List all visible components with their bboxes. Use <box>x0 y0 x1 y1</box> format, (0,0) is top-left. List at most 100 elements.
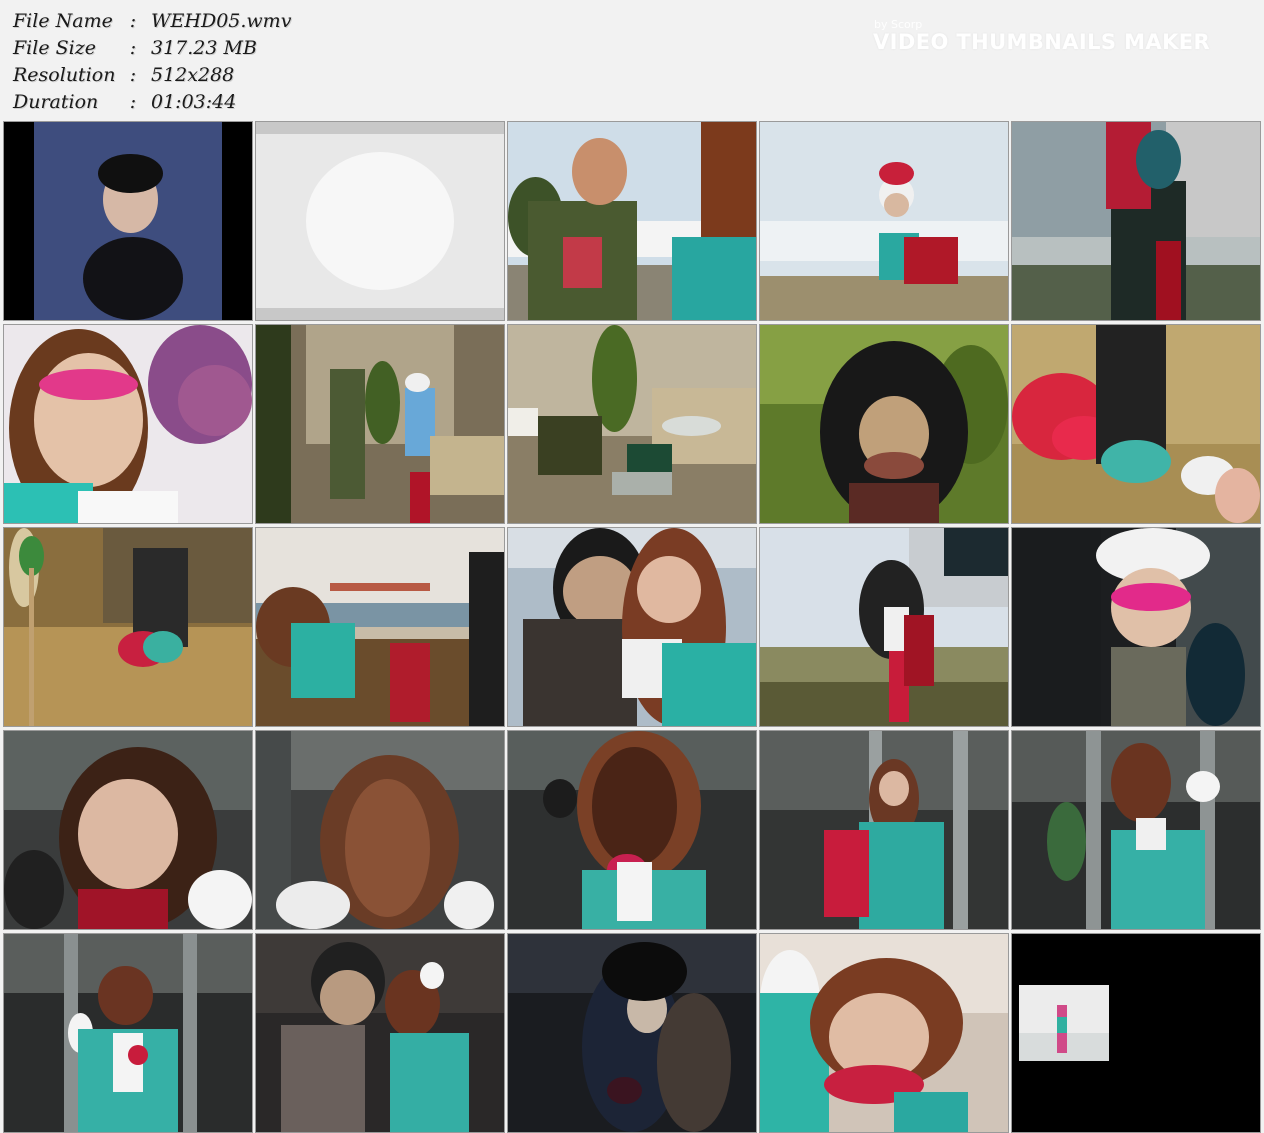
thumbnail-grid <box>3 121 1261 1133</box>
thumbnail-image-region <box>760 276 1008 320</box>
thumbnail-image-region <box>943 528 1008 576</box>
video-thumbnail-11 <box>3 527 253 727</box>
thumbnail-image-region <box>1136 129 1181 190</box>
video-thumbnail-23 <box>507 933 757 1133</box>
thumbnail-image-region <box>859 822 944 929</box>
resolution-row: Resolution:512x288 <box>13 62 291 89</box>
separator: : <box>129 91 137 113</box>
thumbnail-image-region <box>330 583 430 592</box>
thumbnail-image-region <box>903 615 934 687</box>
thumbnail-image-region <box>760 682 1008 726</box>
watermark: by Scorp VIDEO THUMBNAILS MAKER <box>873 18 1210 54</box>
thumbnail-image-region <box>1111 583 1191 612</box>
resolution-label: Resolution <box>13 64 116 86</box>
file-name-value: WEHD05.wmv <box>151 10 292 32</box>
thumbnail-image-region <box>1101 439 1171 484</box>
video-thumbnail-7 <box>255 324 505 524</box>
video-thumbnail-13 <box>507 527 757 727</box>
video-thumbnail-22 <box>255 933 505 1133</box>
thumbnail-image-region <box>365 360 400 444</box>
video-thumbnail-20 <box>1011 730 1261 930</box>
video-thumbnail-8 <box>507 324 757 524</box>
thumbnail-image-region <box>903 236 959 285</box>
thumbnail-image-region <box>1046 802 1087 882</box>
file-name-label: File Name <box>13 10 113 32</box>
thumbnail-image-region <box>1056 1017 1067 1033</box>
video-thumbnail-3 <box>507 121 757 321</box>
thumbnail-image-region <box>404 372 430 393</box>
thumbnail-image-region <box>305 151 455 291</box>
thumbnail-image-region <box>1111 646 1186 726</box>
thumbnail-image-region <box>389 1033 470 1132</box>
thumbnail-image-region <box>661 642 756 726</box>
thumbnail-image-region <box>602 941 687 1002</box>
thumbnail-image-region <box>1136 818 1166 850</box>
video-thumbnail-21 <box>3 933 253 1133</box>
thumbnail-image-region <box>522 619 637 726</box>
thumbnail-image-region <box>222 122 252 320</box>
thumbnail-image-region <box>38 368 138 401</box>
thumbnail-image-region <box>1155 240 1181 320</box>
thumbnail-image-region <box>78 491 178 523</box>
duration-value: 01:03:44 <box>151 91 237 113</box>
thumbnail-image-region <box>187 869 252 929</box>
thumbnail-image-region <box>537 416 603 476</box>
thumbnail-image-region <box>177 364 252 436</box>
thumbnail-image-region <box>656 993 732 1132</box>
thumbnail-image-region <box>256 122 504 134</box>
video-thumbnail-6 <box>3 324 253 524</box>
duration-label: Duration <box>13 91 99 113</box>
thumbnail-image-region <box>661 416 722 436</box>
thumbnail-image-region <box>98 153 163 194</box>
video-thumbnail-14 <box>759 527 1009 727</box>
thumbnail-image-region <box>671 236 756 320</box>
thumbnail-image-region <box>849 483 939 523</box>
thumbnail-image-region <box>4 849 64 929</box>
video-thumbnail-17 <box>255 730 505 930</box>
thumbnail-image-region <box>612 471 672 496</box>
thumbnail-image-region <box>128 1044 148 1065</box>
thumbnail-image-region <box>345 778 430 918</box>
video-thumbnail-1 <box>3 121 253 321</box>
video-thumbnail-4 <box>759 121 1009 321</box>
thumbnail-image-region <box>592 746 677 866</box>
thumbnail-image-region <box>78 889 168 929</box>
thumbnail-image-region <box>1111 742 1171 823</box>
thumbnail-image-region <box>182 934 198 1132</box>
file-size-label: File Size <box>13 37 96 59</box>
thumbnail-image-region <box>83 236 183 320</box>
separator: : <box>129 37 137 59</box>
thumbnail-image-region <box>320 969 376 1026</box>
thumbnail-image-region <box>256 325 291 523</box>
file-name-row: File Name: WEHD05.wmv <box>13 8 291 35</box>
thumbnail-image-region <box>98 965 153 1026</box>
thumbnail-image-region <box>444 881 495 929</box>
thumbnail-image-region <box>409 471 430 523</box>
video-thumbnail-18 <box>507 730 757 930</box>
thumbnail-image-region <box>879 161 914 186</box>
thumbnail-image-region <box>508 408 538 436</box>
video-thumbnail-2 <box>255 121 505 321</box>
thumbnail-image-region <box>953 731 969 929</box>
video-thumbnail-19 <box>759 730 1009 930</box>
thumbnail-image-region <box>636 555 702 624</box>
file-size-row: File Size:317.23 MB <box>13 35 291 62</box>
watermark-title: VIDEO THUMBNAILS MAKER <box>873 30 1211 54</box>
separator: : <box>129 10 137 32</box>
video-thumbnail-25 <box>1011 933 1261 1133</box>
thumbnail-image-region <box>893 1092 969 1132</box>
thumbnail-image-region <box>617 861 652 922</box>
thumbnail-image-region <box>78 778 178 890</box>
thumbnail-image-region <box>701 122 756 237</box>
file-size-value: 317.23 MB <box>151 37 257 59</box>
thumbnail-image-region <box>884 193 909 218</box>
thumbnail-image-region <box>572 137 628 206</box>
thumbnail-image-region <box>389 642 430 723</box>
file-info: File Name: WEHD05.wmv File Size:317.23 MB… <box>13 8 291 116</box>
thumbnail-image-region <box>4 122 34 320</box>
video-thumbnail-15 <box>1011 527 1261 727</box>
video-thumbnail-24 <box>759 933 1009 1133</box>
video-thumbnail-10 <box>1011 324 1261 524</box>
thumbnail-image-region <box>824 830 870 918</box>
video-thumbnail-16 <box>3 730 253 930</box>
